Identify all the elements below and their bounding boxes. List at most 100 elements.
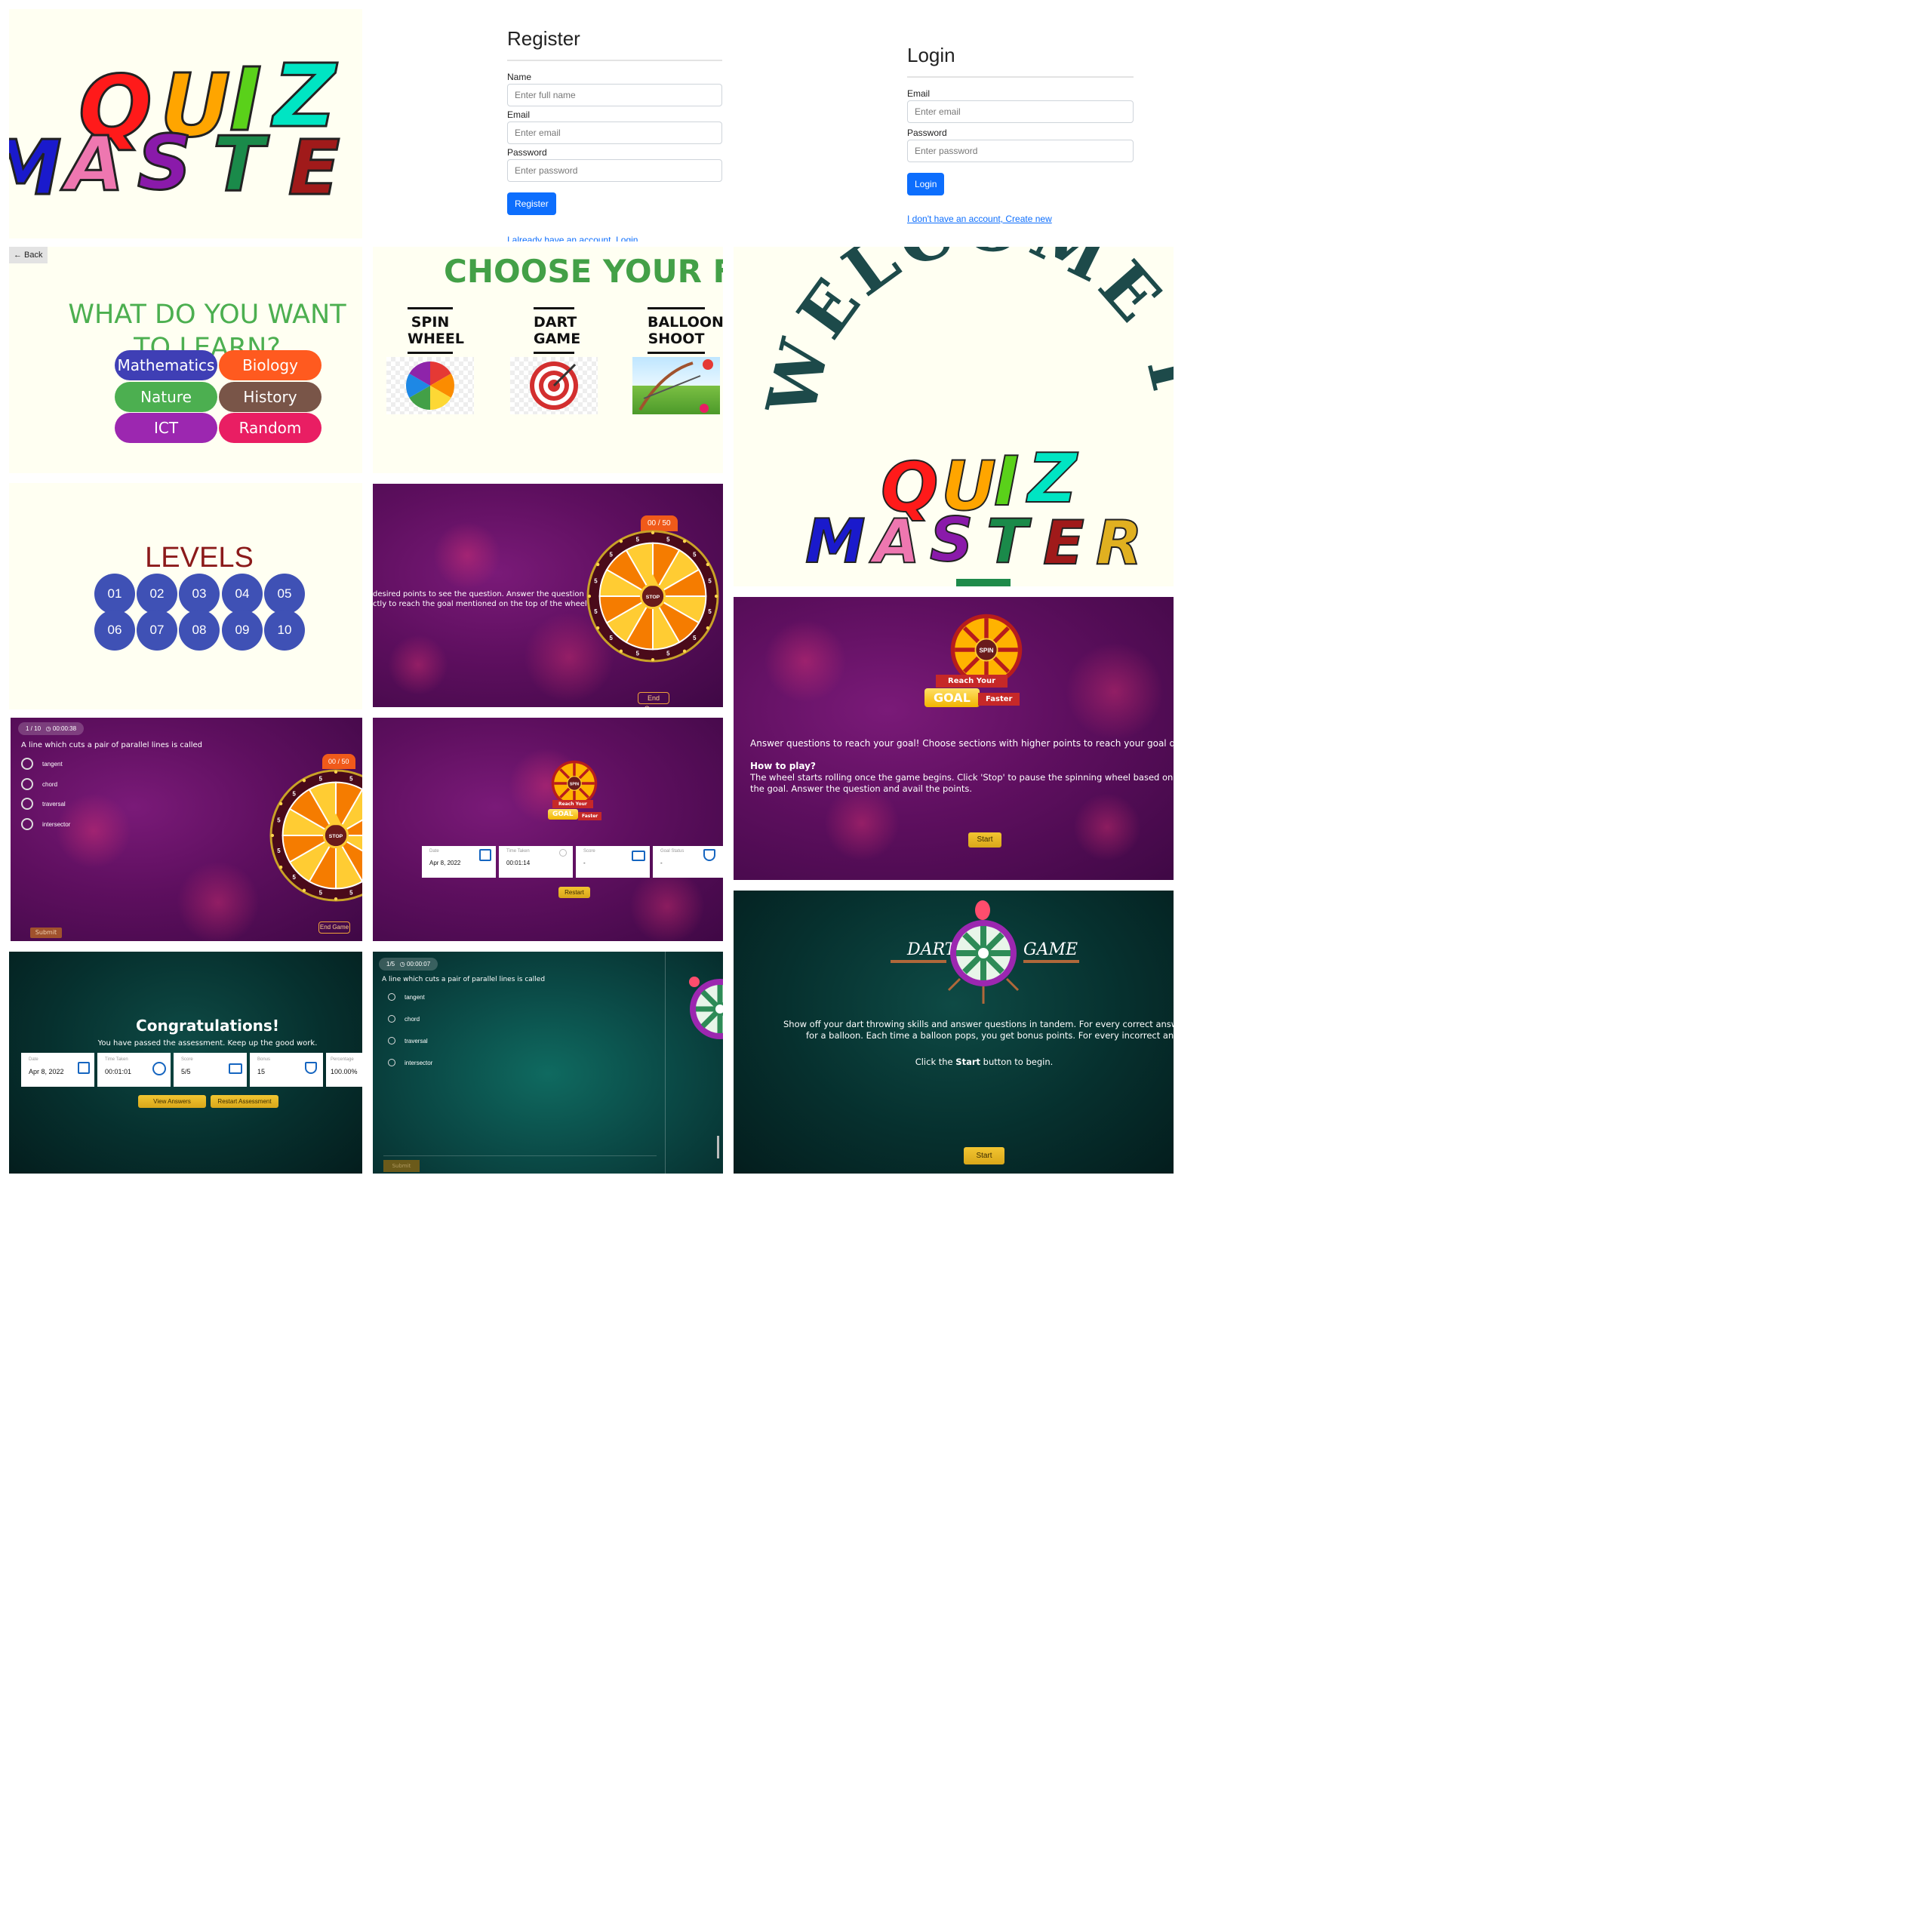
wheel-segment-label: 5: [636, 536, 640, 543]
question-text: A line which cuts a pair of parallel lin…: [21, 741, 203, 749]
balloon-shoot-label-line2: SHOOT: [648, 331, 705, 347]
restart-button[interactable]: Restart: [558, 887, 590, 898]
email-input[interactable]: Enter email: [907, 100, 1134, 123]
congrats-subtitle: You have passed the assessment. Keep up …: [97, 1039, 318, 1048]
login-button[interactable]: Login: [907, 173, 945, 195]
login-link[interactable]: I already have an account, Login: [507, 235, 638, 242]
dart-game-card[interactable]: DART GAME: [510, 307, 598, 414]
password-input[interactable]: Enter password: [507, 159, 722, 182]
wheel-light: [596, 562, 600, 567]
wheel-light: [302, 888, 306, 892]
start-button[interactable]: Start: [968, 832, 1001, 848]
restart-assessment-button[interactable]: Restart Assessment: [211, 1095, 278, 1108]
spin-wheel[interactable]: 555555555555STOP: [269, 769, 362, 902]
option-chord[interactable]: chord: [388, 1015, 420, 1023]
level-10-button[interactable]: 10: [264, 610, 305, 651]
how-to-play-title: How to play?: [750, 761, 816, 771]
wheel-light: [682, 540, 687, 543]
subject-nature-button[interactable]: Nature: [115, 382, 217, 412]
reach-your-ribbon: Reach Your: [552, 800, 593, 808]
dart-intro-line1: Show off your dart throwing skills and a…: [783, 1019, 1174, 1029]
spin-logo-text: SPIN: [570, 782, 579, 786]
password-input[interactable]: Enter password: [907, 140, 1134, 162]
welcome-page: WELCOME TO Q U I Z M A S T E R: [734, 247, 1174, 586]
password-label: Password: [907, 128, 947, 138]
register-page: Register Name Enter full name Email Ente…: [371, 0, 723, 242]
spin-wheel-card[interactable]: SPIN WHEEL: [386, 307, 474, 414]
level-01-button[interactable]: 01: [94, 574, 135, 614]
end-game-button[interactable]: End Game: [638, 692, 669, 707]
subject-biology-button[interactable]: Biology: [219, 350, 321, 380]
wheel-light: [651, 531, 655, 535]
register-button[interactable]: Register: [507, 192, 556, 215]
email-label: Email: [907, 88, 931, 99]
welcome-continue-bar[interactable]: [956, 579, 1011, 586]
view-answers-button[interactable]: View Answers: [138, 1095, 206, 1108]
game-choice-page: CHOOSE YOUR FAVOURITE G SPIN WHEEL DART …: [373, 247, 723, 473]
wheel-light: [302, 779, 306, 783]
start-button[interactable]: Start: [964, 1147, 1004, 1164]
congrats-title: Congratulations!: [136, 1017, 279, 1035]
level-03-button[interactable]: 03: [179, 574, 220, 614]
email-input[interactable]: Enter email: [507, 122, 722, 144]
spin-intro-description: Answer questions to reach your goal! Cho…: [750, 738, 1174, 749]
level-08-button[interactable]: 08: [179, 610, 220, 651]
name-label: Name: [507, 72, 532, 82]
congrats-page: Congratulations! You have passed the ass…: [9, 952, 362, 1174]
balloon-shoot-card[interactable]: BALLOON SHOOT: [632, 307, 723, 414]
wheel-segment-label: 5: [693, 635, 697, 641]
dart-game-label-line1: DART: [534, 314, 577, 331]
question-text: A line which cuts a pair of parallel lin…: [382, 976, 546, 983]
level-04-button[interactable]: 04: [222, 574, 263, 614]
option-intersector[interactable]: intersector: [388, 1059, 432, 1066]
option-traversal[interactable]: traversal: [21, 798, 66, 810]
spin-question-page: 1 / 10 ◷ 00:00:38 A line which cuts a pa…: [11, 718, 362, 941]
wheel-segment-label: 5: [277, 848, 281, 854]
submit-button[interactable]: Submit: [30, 928, 62, 938]
levels-title: LEVELS: [145, 542, 254, 574]
logo-letter-t: T: [213, 120, 269, 208]
dart-intro-page: DART GAME Show off your dart throwing sk…: [734, 891, 1174, 1174]
dart-intro-click-start: Click the Start button to begin.: [915, 1057, 1054, 1067]
wheel-segment-label: 5: [293, 791, 297, 798]
subject-ict-button[interactable]: ICT: [115, 413, 217, 443]
spin-logo-text: SPIN: [979, 648, 993, 654]
level-05-button[interactable]: 05: [264, 574, 305, 614]
submit-button[interactable]: Submit: [383, 1160, 420, 1172]
wheel-segment-label: 5: [610, 635, 614, 641]
create-account-link[interactable]: I don't have an account, Create new: [907, 214, 1052, 224]
radio-icon: [388, 1059, 395, 1066]
spin-wheel[interactable]: 555555555555STOP: [586, 530, 719, 663]
option-tangent[interactable]: tangent: [21, 758, 63, 770]
option-intersector[interactable]: intersector: [21, 818, 70, 830]
subject-history-button[interactable]: History: [219, 382, 321, 412]
spin-intro-page: SPIN Reach Your GOAL Faster Answer quest…: [734, 597, 1174, 880]
faster-ribbon: Faster: [578, 812, 602, 820]
option-tangent[interactable]: tangent: [388, 993, 425, 1001]
back-button[interactable]: ← Back: [9, 247, 48, 263]
spin-goal-logo: SPIN Reach Your GOAL Faster: [548, 759, 608, 823]
wheel-segment-label: 5: [293, 874, 297, 881]
svg-text:E: E: [1043, 508, 1084, 578]
clock-icon: [152, 1062, 166, 1075]
option-chord[interactable]: chord: [21, 778, 57, 790]
wheel-segment-label: 5: [594, 608, 598, 615]
spin-instructions-line1: desired points to see the question. Answ…: [373, 590, 584, 598]
level-06-button[interactable]: 06: [94, 610, 135, 651]
level-02-button[interactable]: 02: [137, 574, 177, 614]
logo-letter-m: M: [9, 124, 62, 212]
end-game-button[interactable]: End Game: [318, 921, 350, 934]
subject-mathematics-button[interactable]: Mathematics: [115, 350, 217, 380]
svg-text:R: R: [1096, 508, 1143, 578]
level-09-button[interactable]: 09: [222, 610, 263, 651]
radio-icon: [388, 993, 395, 1001]
option-traversal[interactable]: traversal: [388, 1037, 428, 1044]
name-input[interactable]: Enter full name: [507, 84, 722, 106]
score-badge: 00 / 50: [641, 515, 678, 531]
game-logo-text: GAME: [1023, 940, 1078, 959]
subject-random-button[interactable]: Random: [219, 413, 321, 443]
goal-badge: GOAL: [924, 688, 980, 707]
level-07-button[interactable]: 07: [137, 610, 177, 651]
email-label: Email: [507, 109, 531, 120]
percentage-card: Percentage 100.00%: [326, 1053, 362, 1087]
